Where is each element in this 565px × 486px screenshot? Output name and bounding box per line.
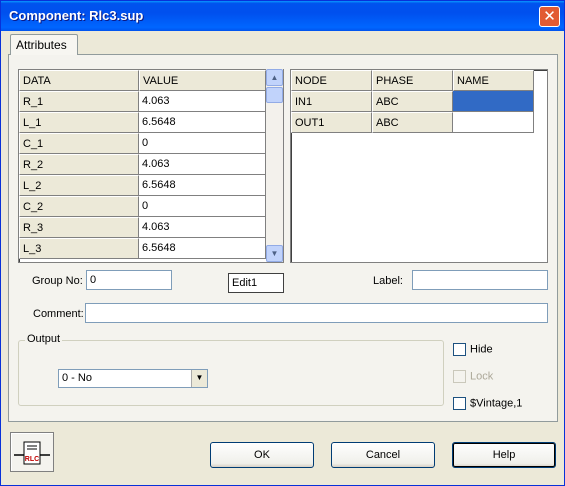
node-row-name-selected[interactable] bbox=[453, 91, 534, 112]
group-no-field[interactable]: 0 bbox=[86, 270, 172, 290]
node-row-name[interactable] bbox=[453, 112, 534, 133]
data-row-label[interactable]: R_2 bbox=[19, 154, 139, 175]
data-row-value[interactable]: 4.063 bbox=[139, 154, 266, 175]
scroll-up-icon[interactable]: ▲ bbox=[266, 69, 283, 86]
data-row-value[interactable]: 0 bbox=[139, 196, 266, 217]
node-row-phase[interactable]: ABC bbox=[372, 91, 453, 112]
data-grid-scrollbar[interactable]: ▲ ▼ bbox=[266, 69, 283, 262]
data-row-value[interactable]: 4.063 bbox=[139, 91, 266, 112]
node-row-node[interactable]: OUT1 bbox=[291, 112, 372, 133]
lock-checkbox-box bbox=[453, 370, 466, 383]
scroll-down-icon[interactable]: ▼ bbox=[266, 245, 283, 262]
title-bar[interactable]: Component: Rlc3.sup ✕ bbox=[1, 1, 564, 31]
output-group-title: Output bbox=[25, 333, 63, 345]
data-row-label[interactable]: R_3 bbox=[19, 217, 139, 238]
data-grid[interactable]: DATA VALUE R_1 4.063 L_1 6.5648 C_1 0 R_… bbox=[18, 69, 284, 263]
close-icon[interactable]: ✕ bbox=[539, 6, 560, 27]
output-select[interactable]: 0 - No ▼ bbox=[58, 369, 208, 388]
vintage-checkbox-box[interactable] bbox=[453, 397, 466, 410]
data-row-label[interactable]: L_3 bbox=[19, 238, 139, 259]
chevron-down-icon[interactable]: ▼ bbox=[191, 370, 207, 387]
component-icon-button[interactable]: RLC bbox=[10, 432, 54, 472]
name-column-header[interactable]: NAME bbox=[453, 70, 534, 91]
data-row-label[interactable]: C_2 bbox=[19, 196, 139, 217]
data-row-label[interactable]: L_2 bbox=[19, 175, 139, 196]
group-no-label: Group No: bbox=[32, 275, 83, 287]
data-row-value[interactable]: 4.063 bbox=[139, 217, 266, 238]
node-row-phase[interactable]: ABC bbox=[372, 112, 453, 133]
hide-checkbox[interactable]: Hide bbox=[453, 343, 493, 356]
label-label: Label: bbox=[373, 275, 403, 287]
data-row-value[interactable]: 6.5648 bbox=[139, 175, 266, 196]
tab-attributes[interactable]: Attributes bbox=[10, 34, 78, 55]
cancel-button[interactable]: Cancel bbox=[331, 442, 435, 468]
comment-label: Comment: bbox=[33, 308, 84, 320]
help-button-label: Help bbox=[492, 449, 516, 461]
node-row-node[interactable]: IN1 bbox=[291, 91, 372, 112]
hide-checkbox-label: Hide bbox=[470, 343, 493, 356]
rlc-icon-text: RLC bbox=[25, 456, 39, 463]
edit1-field[interactable]: Edit1 bbox=[228, 273, 284, 293]
ok-button-label: OK bbox=[254, 449, 270, 461]
output-selected-value: 0 - No bbox=[62, 372, 92, 384]
data-row-value[interactable]: 6.5648 bbox=[139, 112, 266, 133]
hide-checkbox-box[interactable] bbox=[453, 343, 466, 356]
lock-checkbox-label: Lock bbox=[470, 370, 494, 383]
data-row-label[interactable]: R_1 bbox=[19, 91, 139, 112]
attributes-panel: DATA VALUE R_1 4.063 L_1 6.5648 C_1 0 R_… bbox=[8, 54, 558, 422]
phase-column-header[interactable]: PHASE bbox=[372, 70, 453, 91]
node-grid[interactable]: NODE PHASE NAME IN1 ABC OUT1 ABC bbox=[290, 69, 548, 263]
component-dialog: Component: Rlc3.sup ✕ Attributes DATA VA… bbox=[0, 0, 565, 486]
data-row-value[interactable]: 0 bbox=[139, 133, 266, 154]
scroll-thumb[interactable] bbox=[266, 87, 283, 103]
node-column-header[interactable]: NODE bbox=[291, 70, 372, 91]
tab-attributes-label: Attributes bbox=[16, 38, 67, 52]
data-column-header[interactable]: DATA bbox=[19, 70, 139, 91]
vintage-checkbox-label: $Vintage,1 bbox=[470, 397, 523, 410]
help-button[interactable]: Help bbox=[452, 442, 556, 468]
lock-checkbox: Lock bbox=[453, 370, 493, 383]
window-title: Component: Rlc3.sup bbox=[9, 8, 144, 23]
comment-field[interactable] bbox=[85, 303, 548, 323]
rlc-component-icon: RLC bbox=[14, 441, 50, 465]
data-row-value[interactable]: 6.5648 bbox=[139, 238, 266, 259]
data-row-label[interactable]: C_1 bbox=[19, 133, 139, 154]
cancel-button-label: Cancel bbox=[365, 449, 401, 461]
data-row-label[interactable]: L_1 bbox=[19, 112, 139, 133]
vintage-checkbox[interactable]: $Vintage,1 bbox=[453, 397, 522, 410]
label-field[interactable] bbox=[412, 270, 548, 290]
ok-button[interactable]: OK bbox=[210, 442, 314, 468]
value-column-header[interactable]: VALUE bbox=[139, 70, 266, 91]
